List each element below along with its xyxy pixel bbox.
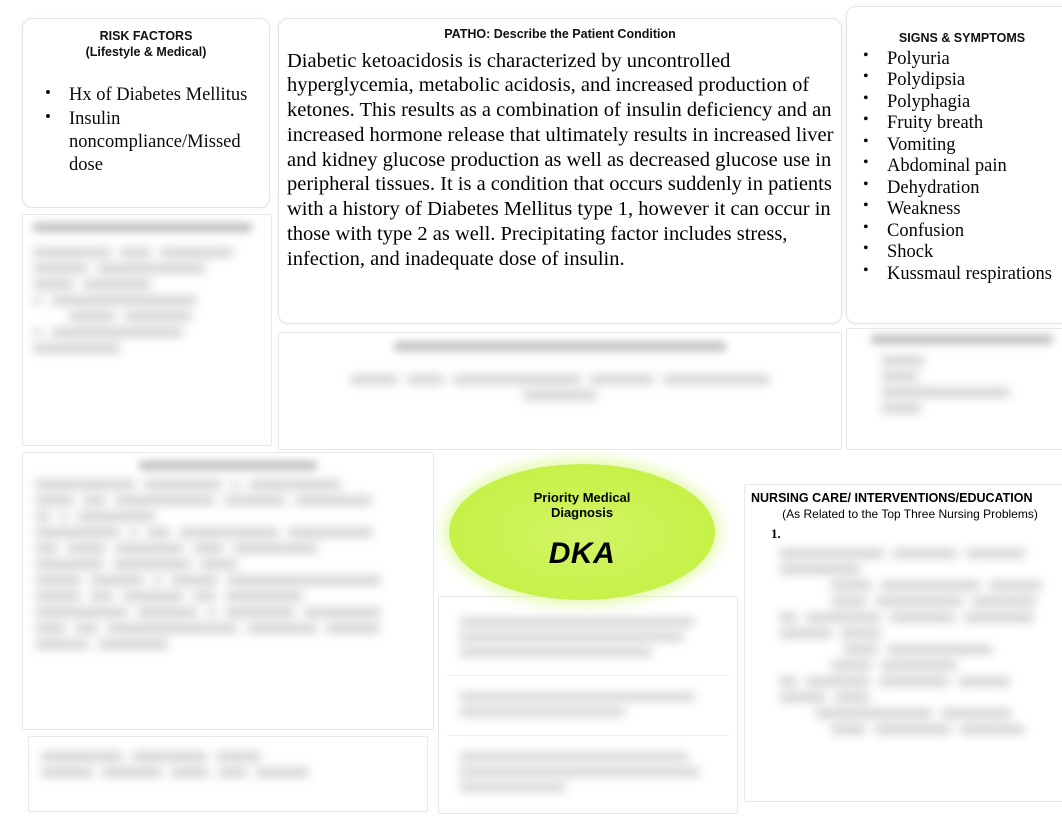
risk-factors-list: Hx of Diabetes Mellitus Insulin noncompl… [31, 82, 261, 178]
signs-symptoms-list: Polyuria Polydipsia Polyphagia Fruity br… [851, 47, 1062, 286]
nursing-problems-panel [22, 452, 434, 730]
list-item: Weakness [851, 197, 1062, 221]
list-item: Polyuria [851, 47, 1062, 71]
nursing-problems-redacted-body [35, 480, 421, 649]
list-item: Kussmaul respirations [851, 262, 1062, 286]
pmd-title-line2: Diagnosis [550, 504, 614, 520]
list-item: Confusion [851, 219, 1062, 243]
nursing-care-item-number: 1. [771, 526, 781, 541]
list-item: Dehydration [851, 176, 1062, 200]
risk-factors-panel: RISK FACTORS (Lifestyle & Medical) Hx of… [22, 18, 270, 208]
pmd-title: Priority Medical Diagnosis [533, 490, 631, 521]
medications-redacted-header [859, 335, 1062, 344]
nursing-care-subtitle: (As Related to the Top Three Nursing Pro… [782, 507, 1038, 521]
list-item: Vomiting [851, 133, 1062, 157]
nursing-care-panel: NURSING CARE/ INTERVENTIONS/EDUCATION (A… [744, 484, 1062, 802]
patho-title: PATHO: Describe the Patient Condition [444, 27, 676, 41]
goal-row [447, 676, 729, 736]
list-item: Fruity breath [851, 111, 1062, 135]
priority-medical-diagnosis-oval: Priority Medical Diagnosis DKA [449, 464, 715, 600]
risk-factors-title-line2: (Lifestyle & Medical) [85, 44, 207, 59]
goal-row [447, 601, 729, 676]
nursing-problems-sub-redacted-body [41, 752, 415, 777]
medications-panel [846, 328, 1062, 450]
diagnostic-redacted-header [293, 342, 827, 351]
nursing-problems-sub-panel [28, 736, 428, 812]
risk-factors-title: RISK FACTORS (Lifestyle & Medical) [31, 29, 261, 60]
nursing-care-title: NURSING CARE/ INTERVENTIONS/EDUCATION [751, 491, 1033, 505]
goals-outcomes-panel [438, 596, 738, 814]
medications-redacted-body [859, 356, 1062, 413]
goal-row-redacted-text [459, 693, 727, 716]
patho-panel: PATHO: Describe the Patient Condition Di… [278, 18, 842, 324]
signs-symptoms-panel: SIGNS & SYMPTOMS Polyuria Polydipsia Pol… [846, 6, 1062, 324]
list-item: Shock [851, 240, 1062, 264]
pmd-title-line1: Priority Medical [533, 490, 631, 505]
patho-body-text: Diabetic ketoacidosis is characterized b… [287, 49, 834, 270]
labs-redacted-body [33, 248, 261, 353]
goal-row-redacted-text [459, 618, 727, 656]
diagnostic-redacted-body [293, 375, 827, 400]
concept-map-canvas: RISK FACTORS (Lifestyle & Medical) Hx of… [0, 0, 1062, 822]
list-item: Abdominal pain [851, 154, 1062, 178]
risk-factors-title-line1: RISK FACTORS [99, 29, 193, 43]
nursing-problems-redacted-header [35, 461, 421, 470]
pmd-value: DKA [548, 536, 616, 570]
list-item: Polydipsia [851, 68, 1062, 92]
diagnostic-data-panel [278, 332, 842, 450]
labs-diagnostics-panel [22, 214, 272, 446]
list-item: Hx of Diabetes Mellitus [39, 82, 261, 107]
goal-row [447, 736, 729, 810]
goal-row-redacted-text [459, 753, 727, 791]
labs-redacted-header [33, 223, 261, 232]
signs-symptoms-title: SIGNS & SYMPTOMS [898, 31, 1026, 45]
list-item: Insulin noncompliance/Missed dose [39, 106, 261, 177]
list-item: Polyphagia [851, 90, 1062, 114]
nursing-care-redacted-body [749, 549, 1062, 734]
